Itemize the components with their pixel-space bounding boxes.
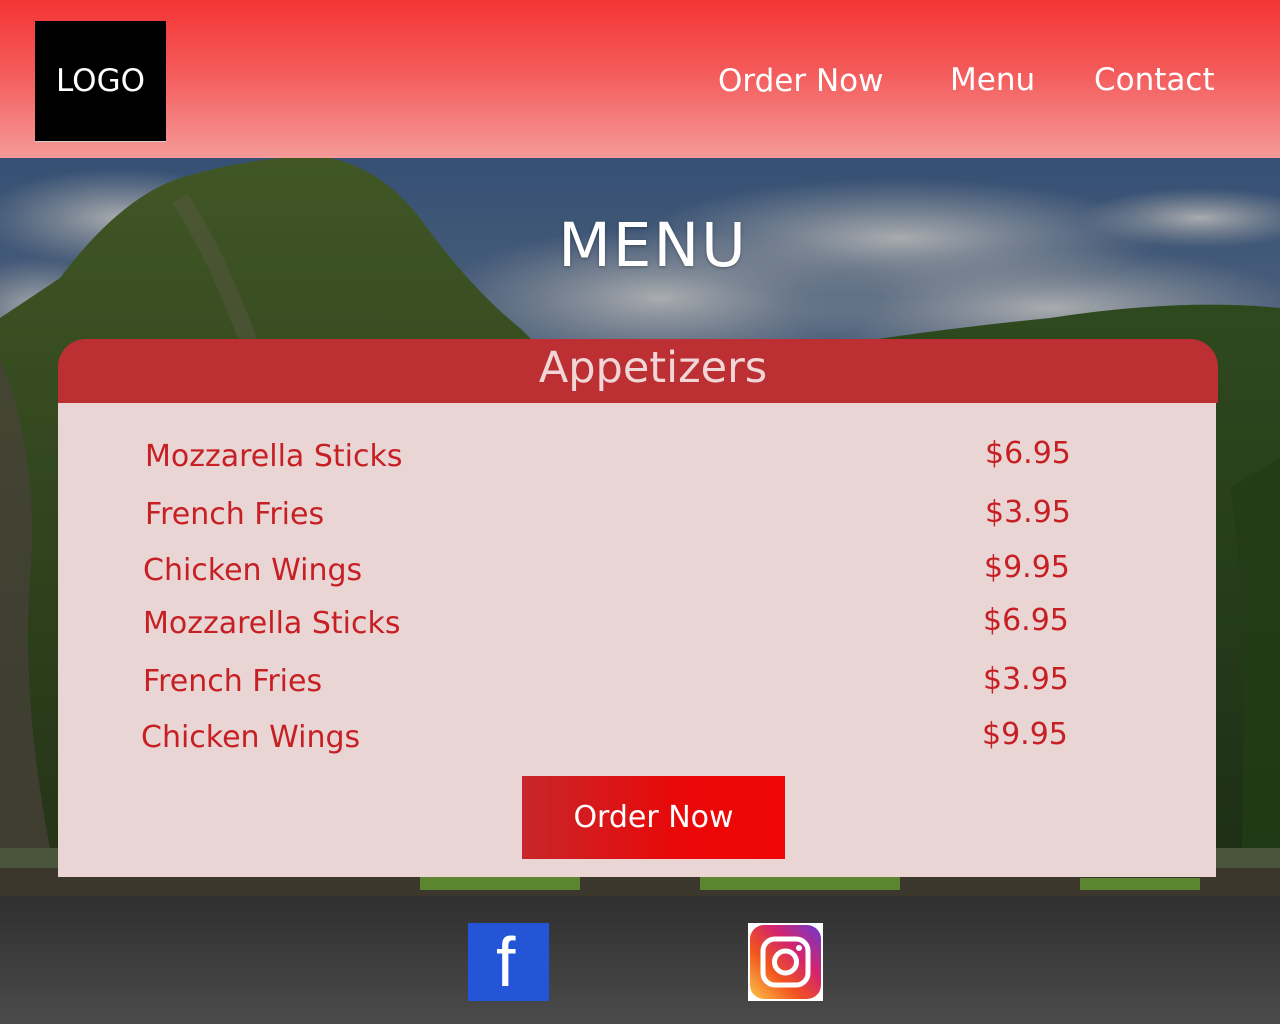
menu-item-price: $6.95 bbox=[983, 603, 1069, 638]
facebook-letter: f bbox=[496, 923, 516, 1001]
page-title: MENU bbox=[558, 210, 748, 281]
menu-item-name: Chicken Wings bbox=[143, 553, 363, 588]
nav-menu-link[interactable]: Menu bbox=[950, 62, 1035, 98]
menu-item-price: $9.95 bbox=[982, 717, 1068, 752]
menu-item-name: French Fries bbox=[143, 664, 323, 699]
menu-item-name: Mozzarella Sticks bbox=[145, 439, 403, 474]
facebook-icon[interactable]: f bbox=[468, 923, 549, 1001]
menu-section-title: Appetizers bbox=[538, 343, 768, 393]
menu-item-price: $3.95 bbox=[983, 662, 1069, 697]
site-footer bbox=[0, 896, 1280, 1024]
menu-item-name: Mozzarella Sticks bbox=[143, 606, 401, 641]
menu-item-price: $3.95 bbox=[985, 495, 1071, 530]
instagram-icon[interactable] bbox=[748, 923, 823, 1001]
nav-contact-link[interactable]: Contact bbox=[1094, 62, 1215, 98]
page: LOGO Order Now Menu Contact MENU Appetiz… bbox=[0, 0, 1280, 1024]
menu-item-price: $9.95 bbox=[984, 550, 1070, 585]
order-now-button[interactable]: Order Now bbox=[522, 776, 785, 859]
nav-order-now-link[interactable]: Order Now bbox=[718, 63, 883, 99]
menu-item-name: French Fries bbox=[145, 497, 325, 532]
menu-item-name: Chicken Wings bbox=[141, 720, 361, 755]
instagram-glyph bbox=[750, 925, 821, 999]
logo[interactable]: LOGO bbox=[35, 21, 166, 142]
menu-item-price: $6.95 bbox=[985, 436, 1071, 471]
site-header: LOGO Order Now Menu Contact bbox=[0, 0, 1280, 158]
menu-card-header: Appetizers bbox=[58, 339, 1218, 403]
